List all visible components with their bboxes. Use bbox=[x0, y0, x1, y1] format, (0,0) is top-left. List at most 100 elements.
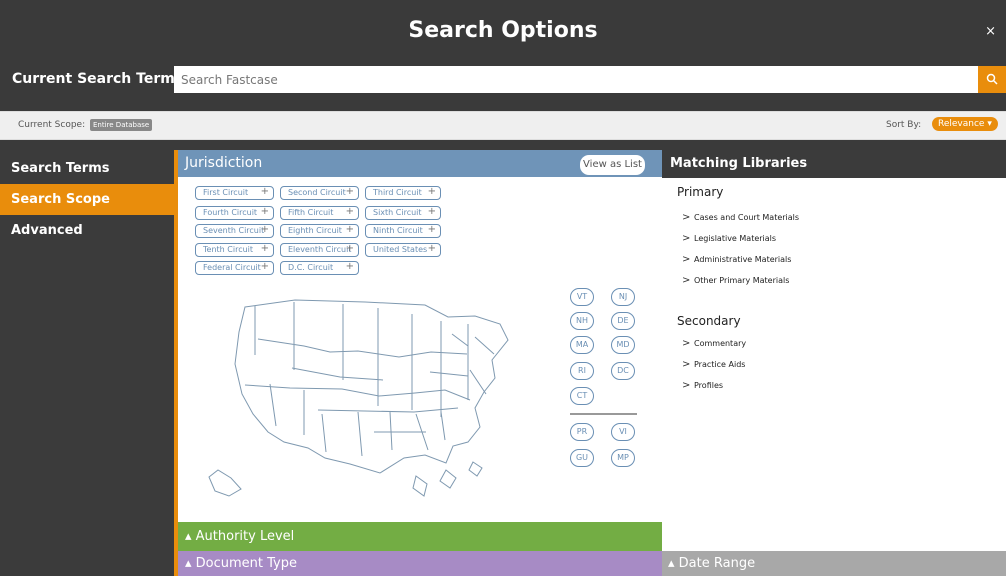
search-terms-label: Current Search Terms: bbox=[12, 71, 189, 87]
circuit-label: Eleventh Circuit bbox=[288, 245, 352, 254]
jurisdiction-panel: Jurisdiction View as List First Circuit +… bbox=[178, 150, 662, 576]
circuit-label: Eighth Circuit bbox=[288, 226, 342, 235]
current-scope-label: Current Scope: bbox=[18, 120, 86, 130]
second-circuit-button[interactable]: Second Circuit + bbox=[280, 186, 359, 200]
plus-icon: + bbox=[345, 224, 354, 235]
mp-button[interactable]: MP bbox=[611, 449, 635, 467]
plus-icon: + bbox=[427, 243, 436, 254]
scope-badge: Entire Database bbox=[90, 119, 153, 131]
md-button[interactable]: MD bbox=[611, 336, 635, 354]
search-button[interactable] bbox=[978, 66, 1006, 93]
search-icon bbox=[986, 73, 998, 85]
tenth-circuit-button[interactable]: Tenth Circuit + bbox=[195, 243, 274, 257]
page-title: Search Options bbox=[408, 18, 598, 43]
plus-icon: + bbox=[260, 224, 269, 235]
territory-divider bbox=[570, 413, 637, 415]
date-range-section[interactable]: ▴ Date Range bbox=[662, 551, 1006, 576]
library-label: Commentary bbox=[694, 339, 747, 348]
ct-button[interactable]: CT bbox=[570, 387, 594, 405]
dc-button[interactable]: DC bbox=[611, 362, 635, 380]
dc-circuit-button[interactable]: D.C. Circuit + bbox=[280, 261, 359, 275]
ninth-circuit-button[interactable]: Ninth Circuit + bbox=[365, 224, 441, 238]
library-label: Administrative Materials bbox=[694, 255, 792, 264]
library-label: Profiles bbox=[694, 381, 724, 390]
library-label: Other Primary Materials bbox=[694, 276, 790, 285]
ri-button[interactable]: RI bbox=[570, 362, 594, 380]
territory-shapes bbox=[208, 461, 483, 497]
document-type-section[interactable]: ▴ Document Type bbox=[178, 551, 662, 576]
scope-bar: Current Scope: Entire Database Sort By: … bbox=[0, 111, 1006, 140]
vt-button[interactable]: VT bbox=[570, 288, 594, 306]
matching-libraries-panel: Matching Libraries Primary > Cases and Co… bbox=[662, 150, 1006, 576]
nav-advanced[interactable]: Advanced bbox=[0, 215, 174, 246]
library-label: Legislative Materials bbox=[694, 234, 777, 243]
primary-item[interactable]: > Legislative Materials bbox=[682, 233, 776, 244]
nav-search-scope[interactable]: Search Scope bbox=[0, 184, 174, 215]
plus-icon: + bbox=[427, 186, 436, 197]
plus-icon: + bbox=[345, 261, 354, 272]
library-label: Practice Aids bbox=[694, 360, 746, 369]
plus-icon: + bbox=[345, 206, 354, 217]
secondary-item[interactable]: > Commentary bbox=[682, 338, 746, 349]
plus-icon: + bbox=[260, 206, 269, 217]
nj-button[interactable]: NJ bbox=[611, 288, 635, 306]
state-borders bbox=[244, 302, 495, 457]
circuit-label: Fifth Circuit bbox=[288, 208, 334, 217]
plus-icon: + bbox=[345, 186, 354, 197]
gu-button[interactable]: GU bbox=[570, 449, 594, 467]
circuit-label: First Circuit bbox=[203, 188, 249, 197]
sort-dropdown[interactable]: Relevance ▾ bbox=[932, 117, 998, 131]
sort-by-label: Sort By: bbox=[886, 120, 922, 130]
fifth-circuit-button[interactable]: Fifth Circuit + bbox=[280, 206, 359, 220]
nav-search-terms[interactable]: Search Terms bbox=[0, 153, 174, 184]
left-nav: Search Terms Search Scope Advanced bbox=[0, 150, 174, 576]
nh-button[interactable]: NH bbox=[570, 312, 594, 330]
plus-icon: + bbox=[427, 224, 436, 235]
primary-item[interactable]: > Administrative Materials bbox=[682, 254, 791, 265]
chevron-right-icon: > bbox=[682, 254, 691, 265]
primary-item[interactable]: > Cases and Court Materials bbox=[682, 212, 799, 223]
united-states-button[interactable]: United States + bbox=[365, 243, 441, 257]
matching-libraries-title: Matching Libraries bbox=[662, 150, 1006, 178]
plus-icon: + bbox=[260, 243, 269, 254]
plus-icon: + bbox=[260, 186, 269, 197]
circuit-label: Third Circuit bbox=[373, 188, 422, 197]
federal-circuit-button[interactable]: Federal Circuit + bbox=[195, 261, 274, 275]
pr-button[interactable]: PR bbox=[570, 423, 594, 441]
ma-button[interactable]: MA bbox=[570, 336, 594, 354]
first-circuit-button[interactable]: First Circuit + bbox=[195, 186, 274, 200]
fourth-circuit-button[interactable]: Fourth Circuit + bbox=[195, 206, 274, 220]
chevron-right-icon: > bbox=[682, 233, 691, 244]
authority-level-section[interactable]: ▴ Authority Level bbox=[178, 522, 662, 551]
us-map[interactable] bbox=[200, 282, 522, 506]
chevron-right-icon: > bbox=[682, 212, 691, 223]
plus-icon: + bbox=[345, 243, 354, 254]
jurisdiction-header: Jurisdiction View as List bbox=[178, 150, 662, 177]
plus-icon: + bbox=[427, 206, 436, 217]
primary-item[interactable]: > Other Primary Materials bbox=[682, 275, 789, 286]
chevron-right-icon: > bbox=[682, 338, 691, 349]
sixth-circuit-button[interactable]: Sixth Circuit + bbox=[365, 206, 441, 220]
secondary-item[interactable]: > Profiles bbox=[682, 380, 723, 391]
eighth-circuit-button[interactable]: Eighth Circuit + bbox=[280, 224, 359, 238]
circuit-label: Tenth Circuit bbox=[203, 245, 254, 254]
jurisdiction-title: Jurisdiction bbox=[185, 155, 263, 171]
search-input[interactable] bbox=[174, 66, 978, 93]
us-outline bbox=[234, 299, 509, 474]
circuit-label: Second Circuit bbox=[288, 188, 346, 197]
circuit-label: Federal Circuit bbox=[203, 263, 261, 272]
third-circuit-button[interactable]: Third Circuit + bbox=[365, 186, 441, 200]
circuit-label: Ninth Circuit bbox=[373, 226, 423, 235]
eleventh-circuit-button[interactable]: Eleventh Circuit + bbox=[280, 243, 359, 257]
de-button[interactable]: DE bbox=[611, 312, 635, 330]
view-as-list-button[interactable]: View as List bbox=[580, 155, 645, 175]
secondary-item[interactable]: > Practice Aids bbox=[682, 359, 745, 370]
chevron-right-icon: > bbox=[682, 275, 691, 286]
circuit-label: Fourth Circuit bbox=[203, 208, 258, 217]
secondary-heading: Secondary bbox=[677, 314, 741, 328]
vi-button[interactable]: VI bbox=[611, 423, 635, 441]
seventh-circuit-button[interactable]: Seventh Circuit + bbox=[195, 224, 274, 238]
plus-icon: + bbox=[260, 261, 269, 272]
close-icon[interactable]: × bbox=[985, 24, 996, 39]
primary-heading: Primary bbox=[677, 185, 724, 199]
